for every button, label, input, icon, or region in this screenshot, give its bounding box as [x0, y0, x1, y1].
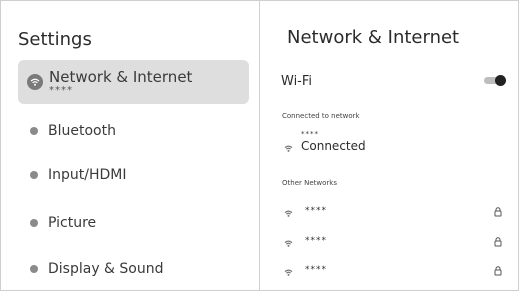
sidebar-item-sublabel: ****: [49, 85, 73, 96]
wifi-icon: [284, 137, 293, 156]
list-item[interactable]: ****: [284, 204, 502, 218]
wifi-toggle[interactable]: [484, 75, 506, 86]
connected-section-heading: Connected to network: [282, 112, 360, 120]
network-name: ****: [305, 236, 327, 246]
lock-icon: [494, 202, 502, 221]
picture-icon: [30, 219, 38, 227]
lock-icon: [494, 261, 502, 280]
sidebar-item-display-sound[interactable]: Display & Sound: [18, 249, 249, 289]
sidebar-item-label: Network & Internet: [49, 68, 193, 86]
lock-icon: [494, 232, 502, 251]
wifi-icon: [284, 261, 293, 280]
list-item[interactable]: ****: [284, 263, 502, 277]
bluetooth-icon: [30, 127, 38, 135]
network-name: ****: [305, 265, 327, 275]
wifi-label: Wi-Fi: [281, 74, 313, 89]
sidebar-item-label: Picture: [48, 215, 97, 231]
other-networks-heading: Other Networks: [282, 179, 337, 187]
page-title: Network & Internet: [287, 27, 460, 48]
sidebar-item-label: Input/HDMI: [48, 167, 127, 183]
input-icon: [30, 171, 38, 179]
network-name: ****: [305, 206, 327, 216]
sidebar-item-label: Display & Sound: [48, 261, 164, 277]
sidebar-item-picture[interactable]: Picture: [18, 203, 249, 243]
list-item[interactable]: ****: [284, 234, 502, 248]
connected-network-name: ****: [301, 130, 319, 138]
display-sound-icon: [30, 265, 38, 273]
toggle-knob: [495, 75, 506, 86]
network-panel: Network & Internet Wi-Fi Connected to ne…: [261, 1, 518, 290]
sidebar-item-input-hdmi[interactable]: Input/HDMI: [18, 155, 249, 195]
connected-network-row[interactable]: **** Connected: [284, 128, 484, 156]
settings-window: Settings Network & Internet **** Bluetoo…: [0, 0, 519, 291]
connected-status: Connected: [301, 139, 366, 153]
settings-sidebar: Settings Network & Internet **** Bluetoo…: [1, 1, 260, 290]
sidebar-item-bluetooth[interactable]: Bluetooth: [18, 111, 249, 151]
wifi-icon: [284, 202, 293, 221]
sidebar-item-network-internet[interactable]: Network & Internet ****: [18, 60, 249, 104]
wifi-icon: [284, 232, 293, 251]
wifi-icon: [27, 74, 43, 90]
sidebar-item-label: Bluetooth: [48, 123, 116, 139]
sidebar-title: Settings: [18, 29, 92, 50]
